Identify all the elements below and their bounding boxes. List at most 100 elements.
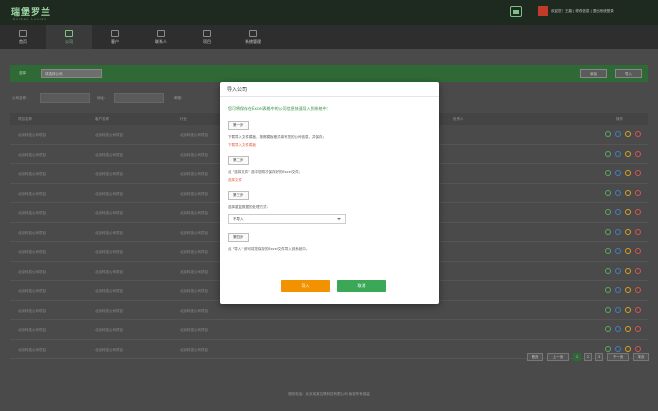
delete-icon[interactable] bbox=[635, 228, 641, 235]
col-header: 行业 bbox=[180, 117, 187, 121]
table-cell: 北京科技公司项目 bbox=[95, 211, 123, 215]
edit-icon[interactable] bbox=[615, 150, 621, 157]
table-cell: 北京科技公司项目 bbox=[18, 269, 46, 274]
delete-icon[interactable] bbox=[635, 189, 641, 196]
user-icon[interactable] bbox=[625, 267, 631, 274]
delete-icon[interactable] bbox=[635, 248, 641, 254]
table-cell: 北京科技公司项目 bbox=[95, 289, 123, 293]
table-cell: 北京科技公司项目 bbox=[180, 347, 208, 352]
user-icon[interactable] bbox=[625, 287, 631, 293]
duplicate-handling-select[interactable]: 不导入 bbox=[228, 213, 346, 224]
page-2[interactable]: 2 bbox=[584, 353, 592, 361]
step-4-desc: 点 "导入" 即可将您保存的Excel文件导入到系统中。 bbox=[228, 246, 310, 251]
delete-icon[interactable] bbox=[635, 306, 641, 313]
edit-icon[interactable] bbox=[615, 248, 621, 254]
company-name-input[interactable] bbox=[40, 93, 90, 103]
dialog-import-button[interactable]: 导入 bbox=[281, 280, 330, 292]
row-actions bbox=[605, 248, 645, 256]
view-icon[interactable] bbox=[605, 131, 611, 137]
page-last[interactable]: 末页 bbox=[633, 353, 649, 361]
table-cell: 北京科技公司项目 bbox=[180, 172, 208, 176]
edit-icon[interactable] bbox=[615, 131, 621, 137]
edit-icon[interactable] bbox=[615, 170, 621, 176]
edit-icon[interactable] bbox=[615, 189, 621, 196]
avatar[interactable] bbox=[538, 6, 548, 16]
row-actions bbox=[605, 326, 645, 334]
table-cell: 北京科技公司项目 bbox=[180, 230, 208, 235]
nav-item-settings[interactable]: 系统管理 bbox=[230, 25, 276, 49]
search-label-email: 邮箱： bbox=[174, 96, 185, 100]
view-icon[interactable] bbox=[605, 287, 611, 293]
step-3-desc: 选择重复数据的处理方式： bbox=[228, 205, 270, 210]
delete-icon[interactable] bbox=[635, 150, 641, 157]
edit-icon[interactable] bbox=[615, 209, 621, 215]
user-icon[interactable] bbox=[625, 248, 631, 254]
edit-icon[interactable] bbox=[615, 326, 621, 332]
user-icon[interactable] bbox=[625, 345, 631, 352]
delete-icon[interactable] bbox=[635, 345, 641, 352]
nav-item-project[interactable]: 项目 bbox=[184, 25, 230, 49]
table-cell: 北京科技公司项目 bbox=[180, 133, 208, 137]
message-icon[interactable] bbox=[510, 6, 522, 17]
delete-icon[interactable] bbox=[635, 267, 641, 274]
step-2-label: 第二步 bbox=[228, 156, 249, 166]
import-button[interactable]: 导入 bbox=[615, 69, 642, 78]
view-icon[interactable] bbox=[605, 228, 611, 235]
edit-icon[interactable] bbox=[615, 306, 621, 313]
page-1[interactable]: 1 bbox=[573, 353, 581, 361]
user-icon[interactable] bbox=[625, 306, 631, 313]
user-icon[interactable] bbox=[625, 170, 631, 176]
delete-icon[interactable] bbox=[635, 131, 641, 137]
view-icon[interactable] bbox=[605, 345, 611, 352]
user-icon[interactable] bbox=[625, 150, 631, 157]
view-icon[interactable] bbox=[605, 248, 611, 254]
nav-item-contacts[interactable]: 联系人 bbox=[138, 25, 184, 49]
view-icon[interactable] bbox=[605, 326, 611, 332]
nav-item-customer[interactable]: 客户 bbox=[92, 25, 138, 49]
view-icon[interactable] bbox=[605, 170, 611, 176]
edit-icon[interactable] bbox=[615, 345, 621, 352]
page-first[interactable]: 首页 bbox=[527, 353, 543, 361]
view-icon[interactable] bbox=[605, 150, 611, 157]
user-icon[interactable] bbox=[625, 209, 631, 215]
dialog-cancel-button[interactable]: 取消 bbox=[337, 280, 386, 292]
choose-file-link[interactable]: 选择文件 bbox=[228, 178, 433, 183]
download-template-link[interactable]: 下载导入文件模板 bbox=[228, 143, 433, 148]
add-button[interactable]: 添加 bbox=[580, 69, 607, 78]
delete-icon[interactable] bbox=[635, 287, 641, 293]
delete-icon[interactable] bbox=[635, 170, 641, 176]
chevron-down-icon bbox=[337, 217, 341, 220]
step-1-label: 第一步 bbox=[228, 121, 249, 130]
view-icon[interactable] bbox=[605, 209, 611, 215]
company-select[interactable]: 请选择公司 bbox=[41, 69, 102, 78]
user-icon[interactable] bbox=[625, 228, 631, 235]
edit-icon[interactable] bbox=[615, 287, 621, 293]
table-cell: 北京科技公司项目 bbox=[18, 152, 46, 157]
page-3[interactable]: 3 bbox=[595, 353, 603, 361]
address-input[interactable] bbox=[114, 93, 164, 103]
nav-item-company[interactable]: 公司 bbox=[46, 25, 92, 49]
edit-icon[interactable] bbox=[615, 267, 621, 274]
table-cell: 北京科技公司项目 bbox=[180, 191, 208, 196]
nav-item-home[interactable]: 首页 bbox=[0, 25, 46, 49]
user-icon[interactable] bbox=[625, 131, 631, 137]
main-nav: 首页 公司 客户 联系人 项目 系统管理 bbox=[0, 25, 658, 49]
delete-icon[interactable] bbox=[635, 209, 641, 215]
table-cell: 北京科技公司项目 bbox=[18, 347, 46, 352]
page-next[interactable]: 下一页 bbox=[607, 353, 629, 361]
home-icon bbox=[19, 30, 27, 37]
delete-icon[interactable] bbox=[635, 326, 641, 332]
dialog-body: 您可将保存在Excel表格中的公司信息快速导入到系统中： 第一步 下载导入文件模… bbox=[228, 106, 433, 255]
import-company-dialog: 导入公司 您可将保存在Excel表格中的公司信息快速导入到系统中： 第一步 下载… bbox=[220, 82, 439, 304]
user-icon[interactable] bbox=[625, 326, 631, 332]
row-actions bbox=[605, 267, 645, 276]
view-icon[interactable] bbox=[605, 306, 611, 313]
view-icon[interactable] bbox=[605, 189, 611, 196]
user-icon[interactable] bbox=[625, 189, 631, 196]
search-label-name: 公司名称： bbox=[12, 96, 30, 100]
edit-icon[interactable] bbox=[615, 228, 621, 235]
table-cell: 北京科技公司项目 bbox=[180, 328, 208, 332]
page-prev[interactable]: 上一页 bbox=[547, 353, 569, 361]
view-icon[interactable] bbox=[605, 267, 611, 274]
user-info[interactable]: 欢迎您！王磨 | 修改信息 | 退出系统登录 bbox=[551, 9, 614, 14]
